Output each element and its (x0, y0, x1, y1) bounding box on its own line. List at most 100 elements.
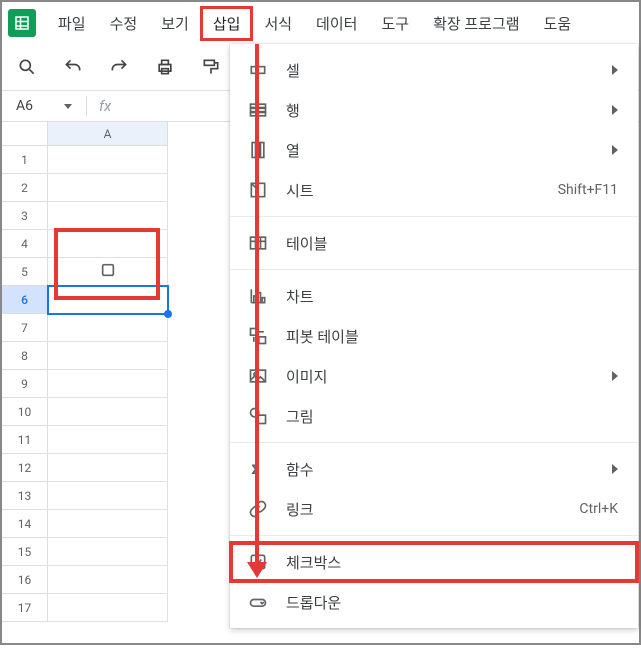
cell-a12[interactable] (48, 454, 168, 482)
sheets-logo (8, 9, 36, 37)
undo-icon[interactable] (56, 50, 90, 84)
row-header[interactable]: 9 (2, 370, 48, 398)
row-header[interactable]: 16 (2, 566, 48, 594)
menu-도구[interactable]: 도구 (369, 7, 421, 40)
menu-item-label: 열 (286, 140, 594, 161)
rows-icon (248, 100, 268, 120)
row-header[interactable]: 7 (2, 314, 48, 342)
separator (86, 96, 87, 116)
chevron-right-icon (612, 371, 618, 381)
col-header-a[interactable]: A (48, 122, 168, 146)
print-icon[interactable] (148, 50, 182, 84)
menu-item-cols[interactable]: 열 (230, 130, 638, 170)
menu-item-label: 링크 (286, 499, 561, 520)
select-all-corner[interactable] (2, 122, 48, 146)
drawing-icon (248, 406, 268, 426)
cell-a15[interactable] (48, 538, 168, 566)
cell-a3[interactable] (48, 202, 168, 230)
cell-a9[interactable] (48, 370, 168, 398)
menu-수정[interactable]: 수정 (98, 7, 150, 40)
row-header[interactable]: 11 (2, 426, 48, 454)
menu-item-cell[interactable]: 셀 (230, 50, 638, 90)
sheet-icon (248, 180, 268, 200)
row-header[interactable]: 12 (2, 454, 48, 482)
row-header[interactable]: 17 (2, 594, 48, 622)
cell-a4[interactable] (48, 230, 168, 258)
menu-separator (230, 535, 638, 536)
menu-item-label: 피봇 테이블 (286, 326, 618, 347)
checkbox-icon (248, 552, 268, 572)
menu-item-dropdown[interactable]: 드롭다운 (230, 582, 638, 622)
cell-a14[interactable] (48, 510, 168, 538)
function-icon: Σ (248, 459, 268, 479)
insert-menu-dropdown: 셀행열시트Shift+F11 테이블차트피봇 테이블이미지그림 Σ함수링크 Ctrl+… (230, 44, 638, 628)
chevron-down-icon (64, 104, 72, 109)
menu-보기[interactable]: 보기 (149, 7, 201, 40)
cell-a5[interactable] (48, 258, 168, 286)
checkbox-icon[interactable] (100, 262, 116, 282)
fx-label: fx (93, 97, 117, 115)
row-header[interactable]: 4 (2, 230, 48, 258)
cell-a2[interactable] (48, 174, 168, 202)
cell-a13[interactable] (48, 482, 168, 510)
redo-icon[interactable] (102, 50, 136, 84)
menu-item-link[interactable]: 링크 Ctrl+K (230, 489, 638, 529)
menu-item-label: 그림 (286, 406, 618, 427)
row-header[interactable]: 5 (2, 258, 48, 286)
spreadsheet-grid[interactable]: A 1234567891011121314151617 (2, 122, 232, 662)
menu-item-drawing[interactable]: 그림 (230, 396, 638, 436)
menu-서식[interactable]: 서식 (252, 7, 304, 40)
menu-item-label: 차트 (286, 286, 618, 307)
row-header[interactable]: 15 (2, 538, 48, 566)
menu-separator (230, 269, 638, 270)
row-header[interactable]: 8 (2, 342, 48, 370)
cell-a6[interactable] (48, 286, 168, 314)
name-box-value: A6 (16, 98, 33, 114)
cell-a7[interactable] (48, 314, 168, 342)
svg-text:Σ: Σ (251, 463, 259, 478)
cell-icon (248, 60, 268, 80)
shortcut-label: Ctrl+K (579, 501, 618, 517)
menu-item-label: 드롭다운 (286, 592, 618, 613)
row-header[interactable]: 14 (2, 510, 48, 538)
search-icon[interactable] (10, 50, 44, 84)
menu-item-rows[interactable]: 행 (230, 90, 638, 130)
row-header[interactable]: 13 (2, 482, 48, 510)
menu-item-sheet[interactable]: 시트Shift+F11 (230, 170, 638, 210)
menu-item-checkbox[interactable]: 체크박스 (230, 542, 638, 582)
table-icon (248, 233, 268, 253)
cell-a11[interactable] (48, 426, 168, 454)
cell-a8[interactable] (48, 342, 168, 370)
cell-a10[interactable] (48, 398, 168, 426)
menu-item-label: 시트 (286, 180, 540, 201)
menu-item-label: 셀 (286, 60, 594, 81)
row-header[interactable]: 6 (2, 286, 48, 314)
menu-파일[interactable]: 파일 (46, 7, 98, 40)
chevron-right-icon (612, 464, 618, 474)
cols-icon (248, 140, 268, 160)
menu-도움[interactable]: 도움 (532, 7, 584, 40)
menu-separator (230, 442, 638, 443)
chevron-right-icon (612, 65, 618, 75)
menu-삽입[interactable]: 삽입 (201, 7, 253, 40)
menu-item-pivot[interactable]: 피봇 테이블 (230, 316, 638, 356)
menu-확장 프로그램[interactable]: 확장 프로그램 (421, 7, 532, 40)
dropdown-icon (248, 592, 268, 612)
menu-item-function[interactable]: Σ함수 (230, 449, 638, 489)
cell-a1[interactable] (48, 146, 168, 174)
row-header[interactable]: 2 (2, 174, 48, 202)
row-header[interactable]: 1 (2, 146, 48, 174)
name-box[interactable]: A6 (8, 98, 80, 114)
menu-데이터[interactable]: 데이터 (304, 7, 369, 40)
row-header[interactable]: 3 (2, 202, 48, 230)
menu-item-table[interactable]: 테이블 (230, 223, 638, 263)
menu-item-chart[interactable]: 차트 (230, 276, 638, 316)
menu-item-label: 행 (286, 100, 594, 121)
menu-item-image[interactable]: 이미지 (230, 356, 638, 396)
row-header[interactable]: 10 (2, 398, 48, 426)
menu-item-label: 체크박스 (286, 552, 618, 573)
cell-a16[interactable] (48, 566, 168, 594)
paint-format-icon[interactable] (194, 50, 228, 84)
chart-icon (248, 286, 268, 306)
cell-a17[interactable] (48, 594, 168, 622)
